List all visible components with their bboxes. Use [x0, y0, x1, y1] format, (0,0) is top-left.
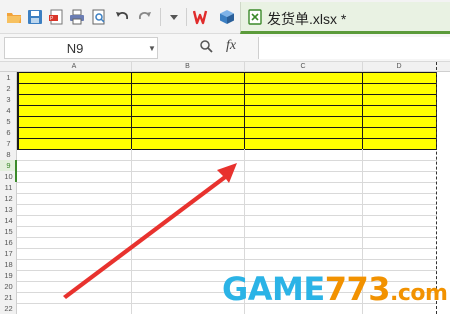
row-header-19[interactable]: 19 — [0, 270, 17, 281]
column-header-d[interactable]: D — [362, 62, 436, 72]
row-header-12[interactable]: 12 — [0, 193, 17, 204]
zoom-icon[interactable] — [199, 39, 213, 53]
spreadsheet-file-icon — [248, 9, 262, 25]
watermark-text: .com — [390, 281, 448, 306]
row-header-3[interactable]: 3 — [0, 94, 17, 105]
cell-border — [17, 126, 437, 128]
cell-border — [17, 72, 19, 149]
grid-line — [17, 215, 437, 216]
cell-border — [17, 82, 437, 84]
cell-border — [17, 148, 437, 150]
cell-border — [17, 137, 437, 139]
grid-line — [17, 248, 437, 249]
watermark-text: 773 — [324, 270, 391, 308]
cube-icon[interactable] — [219, 9, 235, 25]
name-box-value: N9 — [66, 41, 84, 56]
row-header-6[interactable]: 6 — [0, 127, 17, 138]
row-header-8[interactable]: 8 — [0, 149, 17, 160]
watermark-text: GAME — [222, 270, 325, 308]
cell-border — [243, 72, 245, 149]
grid-line — [17, 171, 437, 172]
name-box-dropdown-icon[interactable]: ▼ — [148, 44, 156, 53]
row-header-17[interactable]: 17 — [0, 248, 17, 259]
grid-line — [17, 237, 437, 238]
row-header-1[interactable]: 1 — [0, 72, 17, 83]
grid-line — [17, 182, 437, 183]
wps-logo-icon[interactable] — [193, 9, 211, 25]
grid-line — [17, 204, 437, 205]
cell-border — [17, 104, 437, 106]
fx-label[interactable]: fx — [226, 38, 236, 54]
save-icon[interactable] — [27, 9, 43, 25]
row-header-15[interactable]: 15 — [0, 226, 17, 237]
dropdown-icon[interactable] — [166, 9, 182, 25]
column-header-a[interactable]: A — [17, 62, 131, 72]
active-row-marker — [15, 160, 17, 182]
row-header-21[interactable]: 21 — [0, 292, 17, 303]
grid-line — [17, 160, 437, 161]
redo-icon[interactable] — [137, 9, 153, 25]
row-header-16[interactable]: 16 — [0, 237, 17, 248]
formula-input[interactable] — [258, 37, 450, 59]
pdf-export-icon[interactable]: P — [48, 9, 64, 25]
cell-border — [17, 93, 437, 95]
cell-border — [17, 71, 437, 73]
row-header-2[interactable]: 2 — [0, 83, 17, 94]
watermark-logo: GAME773.com — [222, 270, 448, 308]
column-header-c[interactable]: C — [244, 62, 362, 72]
cell-border — [130, 72, 132, 149]
row-header-22[interactable]: 22 — [0, 303, 17, 314]
column-header-b[interactable]: B — [131, 62, 244, 72]
row-header-13[interactable]: 13 — [0, 204, 17, 215]
document-title: 发货单.xlsx * — [267, 11, 347, 27]
name-box[interactable]: N9 ▼ — [4, 37, 158, 59]
row-header-14[interactable]: 14 — [0, 215, 17, 226]
toolbar-divider — [186, 8, 187, 26]
open-folder-icon[interactable] — [6, 9, 22, 25]
print-preview-icon[interactable] — [91, 9, 107, 25]
row-header-7[interactable]: 7 — [0, 138, 17, 149]
quick-access-toolbar: P 发货单.xlsx * — [0, 0, 450, 34]
cell-border — [361, 72, 363, 149]
row-header-20[interactable]: 20 — [0, 281, 17, 292]
toolbar-divider — [160, 8, 161, 26]
row-header-18[interactable]: 18 — [0, 259, 17, 270]
grid-line — [17, 193, 437, 194]
print-icon[interactable] — [69, 9, 85, 25]
undo-icon[interactable] — [114, 9, 130, 25]
cell-border — [17, 115, 437, 117]
grid-line — [17, 226, 437, 227]
document-tab[interactable]: 发货单.xlsx * — [240, 2, 450, 34]
row-header-11[interactable]: 11 — [0, 182, 17, 193]
grid-line — [17, 259, 437, 260]
row-header-5[interactable]: 5 — [0, 116, 17, 127]
row-header-4[interactable]: 4 — [0, 105, 17, 116]
